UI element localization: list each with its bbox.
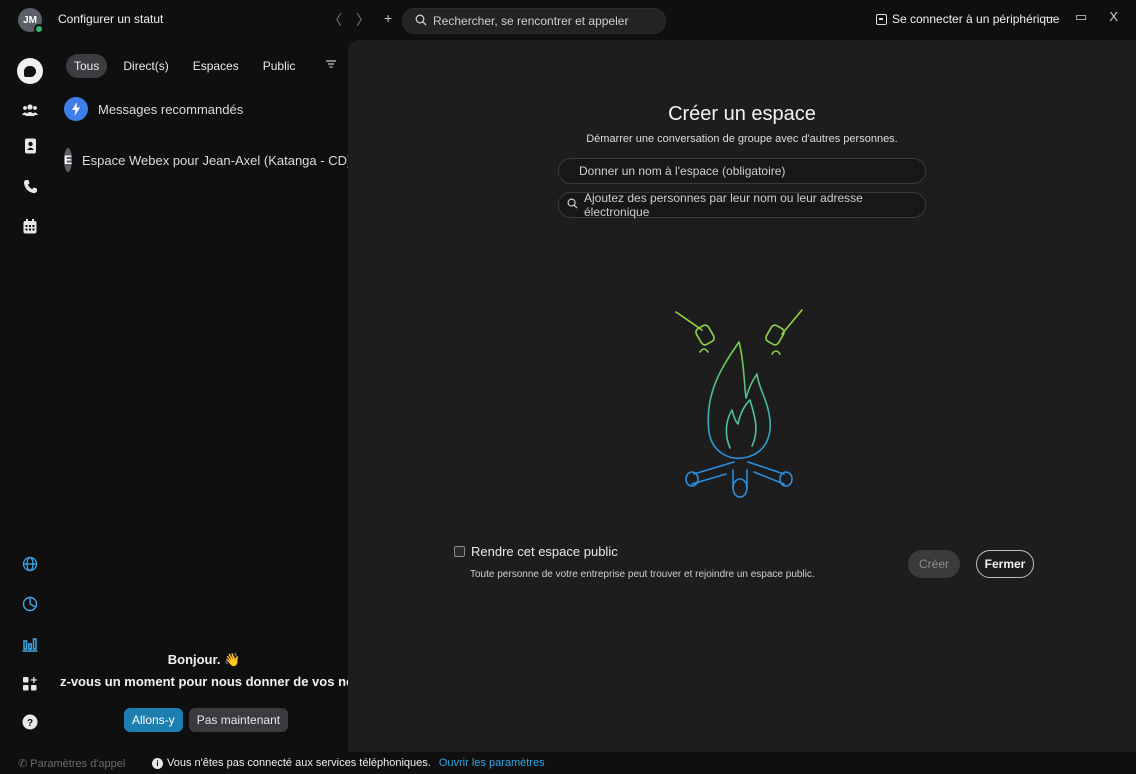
space-name-input[interactable]: Donner un nom à l'espace (obligatoire)	[558, 158, 926, 184]
create-button[interactable]: Créer	[908, 550, 960, 578]
calls-icon[interactable]	[18, 174, 42, 198]
apps-icon[interactable]	[18, 672, 42, 696]
tab-direct[interactable]: Direct(s)	[115, 54, 176, 78]
tab-public[interactable]: Public	[255, 54, 304, 78]
search-icon	[415, 14, 427, 29]
list-item-recommended-messages[interactable]: Messages recommandés	[64, 94, 348, 124]
globe-icon[interactable]	[18, 552, 42, 576]
svg-text:?: ?	[27, 718, 33, 729]
plus-icon[interactable]: +	[384, 10, 392, 30]
analytics-icon[interactable]	[18, 632, 42, 656]
top-bar: JM Configurer un statut 〈 〉 + Rechercher…	[0, 0, 1136, 40]
avatar-initials: JM	[23, 14, 37, 26]
filter-icon[interactable]	[326, 58, 336, 72]
close-icon[interactable]: X	[1109, 9, 1118, 25]
search-input[interactable]: Rechercher, se rencontrer et appeler	[402, 8, 666, 34]
restore-icon[interactable]: ▭	[1075, 9, 1087, 25]
filter-tabs: Tous Direct(s) Espaces Public	[66, 54, 303, 78]
close-button[interactable]: Fermer	[976, 550, 1034, 578]
presence-indicator	[34, 24, 44, 34]
public-space-checkbox[interactable]	[454, 546, 465, 557]
lets-go-button[interactable]: Allons-y	[124, 708, 183, 732]
conversation-label: Espace Webex pour Jean-Axel (Katanga - C…	[82, 152, 352, 168]
device-icon	[876, 13, 887, 25]
list-item-webex-space[interactable]: E Espace Webex pour Jean-Axel (Katanga -…	[64, 145, 352, 175]
page-title: Créer un espace	[668, 103, 816, 125]
messaging-icon[interactable]	[17, 58, 43, 84]
add-people-input[interactable]: Ajoutez des personnes par leur nom ou le…	[558, 191, 926, 219]
clock-icon[interactable]	[18, 592, 42, 616]
info-icon: i	[152, 757, 163, 769]
set-status-link[interactable]: Configurer un statut	[58, 12, 163, 26]
conversation-panel: Tous Direct(s) Espaces Public Messages r…	[60, 40, 352, 774]
webex-app: JM Configurer un statut 〈 〉 + Rechercher…	[0, 0, 1136, 774]
forward-arrow-icon[interactable]: 〉	[356, 10, 370, 30]
page-subtitle: Démarrer une conversation de groupe avec…	[586, 133, 898, 145]
navigation-controls: 〈 〉 +	[328, 10, 392, 30]
public-space-description: Toute personne de votre entreprise peut …	[470, 569, 815, 580]
telephony-notice: i Vous n'êtes pas connecté aux services …	[152, 757, 545, 769]
greeting-text: Bonjour. 👋	[167, 652, 241, 667]
open-settings-link[interactable]: Ouvrir les paramètres	[439, 757, 545, 769]
minimize-icon[interactable]: –	[1046, 9, 1053, 25]
calendar-icon[interactable]	[18, 214, 42, 238]
space-name-placeholder: Donner un nom à l'espace (obligatoire)	[579, 164, 786, 178]
search-icon	[567, 198, 578, 212]
not-now-button[interactable]: Pas maintenant	[188, 708, 289, 732]
connect-device-label: Se connecter à un périphérique	[892, 12, 1060, 26]
search-placeholder: Rechercher, se rencontrer et appeler	[433, 14, 629, 28]
create-space-pane: Créer un espace Démarrer une conversatio…	[348, 40, 1136, 752]
teams-icon[interactable]	[18, 98, 42, 122]
phone-settings-icon: ✆	[18, 757, 28, 770]
tab-spaces[interactable]: Espaces	[185, 54, 247, 78]
feedback-question: z-vous un moment pour nous donner de vos…	[60, 674, 348, 689]
window-controls: – ▭ X	[1046, 9, 1118, 25]
tab-all[interactable]: Tous	[66, 54, 108, 78]
contacts-icon[interactable]	[18, 134, 42, 158]
avatar[interactable]: JM	[18, 8, 44, 34]
feedback-buttons: Allons-y Pas maintenant	[124, 708, 289, 732]
public-space-label: Rendre cet espace public	[471, 544, 618, 559]
space-initial-avatar: E	[64, 148, 73, 172]
public-space-option: Rendre cet espace public	[454, 544, 618, 559]
left-rail: ?	[0, 40, 60, 774]
back-arrow-icon[interactable]: 〈	[328, 10, 342, 30]
connect-device-button[interactable]: Se connecter à un périphérique	[876, 12, 1059, 26]
campfire-illustration	[675, 309, 803, 498]
feedback-prompt: Bonjour. 👋 z-vous un moment pour nous do…	[60, 652, 348, 689]
notice-text: Vous n'êtes pas connecté aux services té…	[167, 757, 431, 769]
lightning-icon	[64, 97, 88, 121]
status-bar: ✆ Paramètres d'appel i Vous n'êtes pas c…	[0, 752, 1136, 774]
help-icon[interactable]: ?	[18, 710, 42, 734]
add-people-placeholder: Ajoutez des personnes par leur nom ou le…	[584, 191, 863, 219]
waving-hand-icon: 👋	[224, 652, 241, 667]
call-settings-link[interactable]: ✆ Paramètres d'appel	[18, 757, 125, 770]
conversation-label: Messages recommandés	[98, 101, 244, 117]
